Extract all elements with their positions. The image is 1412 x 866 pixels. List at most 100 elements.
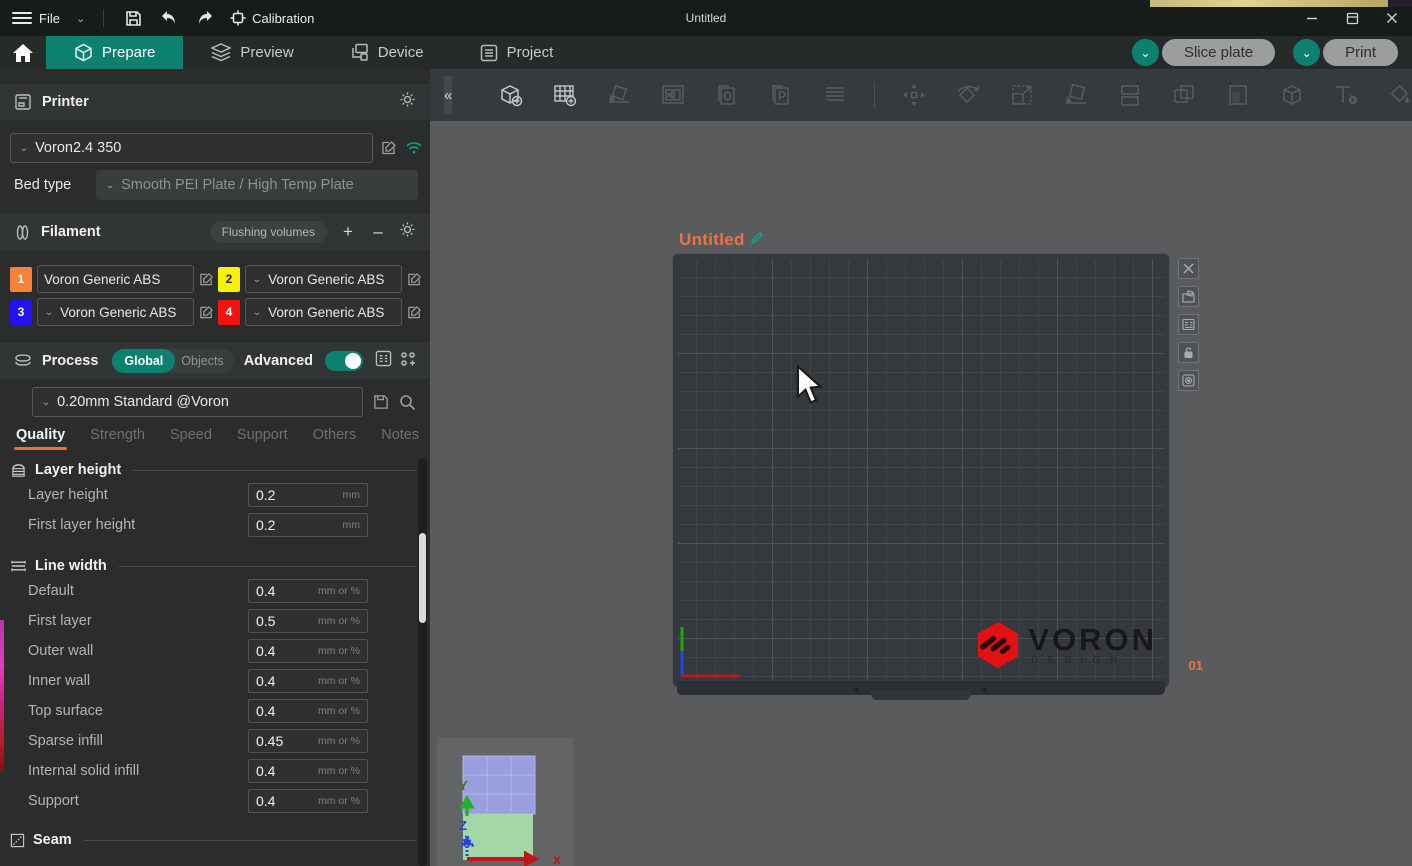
tab-quality[interactable]: Quality [16, 427, 65, 450]
scale-button[interactable] [1007, 80, 1037, 110]
filament-3-select[interactable]: ⌄Voron Generic ABS [37, 298, 194, 326]
filament-1-select[interactable]: Voron Generic ABS [37, 265, 194, 293]
printer-select[interactable]: ⌄ Voron2.4 350 [10, 133, 373, 163]
paste-button[interactable] [766, 80, 796, 110]
split-to-objects-button[interactable] [1115, 80, 1145, 110]
paint-button[interactable] [1385, 80, 1412, 110]
slice-plate-button[interactable]: Slice plate [1162, 39, 1275, 66]
remove-filament-button[interactable]: – [369, 222, 387, 242]
file-menu[interactable]: File [12, 11, 60, 26]
filament-3-color-chip[interactable]: 3 [10, 300, 32, 325]
filament-3-edit-button[interactable] [199, 305, 214, 320]
filament-1-color-chip[interactable]: 1 [10, 267, 32, 292]
add-filament-button[interactable]: + [339, 222, 357, 242]
move-button[interactable] [899, 80, 929, 110]
filament-4-edit-button[interactable] [407, 305, 422, 320]
add-plate-button[interactable] [550, 80, 580, 110]
tab-others[interactable]: Others [313, 427, 357, 450]
rotate-button[interactable] [953, 80, 983, 110]
sparse-infill-line-width-input[interactable]: 0.45mm or % [248, 729, 368, 753]
param-value: 0.5 [256, 613, 275, 629]
scope-objects-button[interactable]: Objects [175, 354, 233, 368]
filament-2-edit-button[interactable] [407, 272, 422, 287]
build-plate[interactable]: Untitled [672, 253, 1170, 688]
param-unit: mm [343, 489, 361, 501]
bed-type-select[interactable]: ⌄ Smooth PEI Plate / High Temp Plate [96, 170, 418, 200]
outer-wall-line-width-input[interactable]: 0.4mm or % [248, 639, 368, 663]
sidebar-scrollbar[interactable] [418, 458, 427, 866]
plate-title[interactable]: Untitled [679, 230, 764, 250]
tab-notes[interactable]: Notes [381, 427, 419, 450]
filament-2-color-chip[interactable]: 2 [218, 267, 240, 292]
text-tool-button[interactable] [1331, 80, 1361, 110]
plate-label-button[interactable] [1178, 370, 1199, 391]
lock-plate-button[interactable] [1178, 342, 1199, 363]
flushing-volumes-button[interactable]: Flushing volumes [210, 221, 327, 243]
collapse-sidebar-button[interactable]: « [444, 76, 452, 114]
save-preset-button[interactable] [373, 394, 389, 410]
save-button[interactable] [122, 7, 144, 29]
file-menu-chevron[interactable]: ⌄ [76, 12, 85, 25]
process-profile-select[interactable]: ⌄ 0.20mm Standard @Voron [32, 387, 363, 417]
add-object-button[interactable] [496, 80, 526, 110]
auto-arrange-plate-button[interactable] [1178, 286, 1199, 307]
copy-button[interactable] [712, 80, 742, 110]
split-to-parts-icon [1171, 82, 1197, 108]
compare-preset-button[interactable] [375, 350, 392, 372]
variable-layer-height-button[interactable] [1223, 80, 1253, 110]
filament-4-select[interactable]: ⌄Voron Generic ABS [245, 298, 402, 326]
tab-device[interactable]: Device [322, 36, 452, 69]
support-line-width-input[interactable]: 0.4mm or % [248, 789, 368, 813]
main-tabbar: Prepare Preview Device Project ⌄ Slice p… [0, 36, 1412, 69]
first-layer-height-input[interactable]: 0.2mm [248, 513, 368, 537]
tab-strength[interactable]: Strength [90, 427, 145, 450]
edit-icon [199, 272, 214, 287]
print-button[interactable]: Print [1323, 39, 1398, 66]
chevron-down-icon: ⌄ [252, 306, 262, 317]
tab-prepare[interactable]: Prepare [46, 36, 183, 69]
mesh-boolean-button[interactable] [1277, 80, 1307, 110]
home-button[interactable] [0, 36, 46, 69]
arrange-button[interactable] [658, 80, 688, 110]
top-surface-line-width-input[interactable]: 0.4mm or % [248, 699, 368, 723]
scope-global-button[interactable]: Global [112, 349, 175, 373]
split-to-parts-button[interactable] [1169, 80, 1199, 110]
tab-support[interactable]: Support [237, 427, 288, 450]
filament-slot-1: 1 Voron Generic ABS [10, 265, 214, 293]
delete-plate-button[interactable] [1178, 258, 1199, 279]
filament-1-edit-button[interactable] [199, 272, 214, 287]
printer-edit-button[interactable] [381, 140, 397, 156]
rename-plate-button[interactable] [750, 231, 764, 250]
viewport-3d[interactable]: « [430, 69, 1412, 866]
place-on-face-button[interactable] [1061, 80, 1091, 110]
printer-settings-button[interactable] [399, 91, 416, 113]
process-section-header: Process Global Objects Advanced [0, 343, 430, 379]
default-line-width-input[interactable]: 0.4mm or % [248, 579, 368, 603]
filament-4-color-chip[interactable]: 4 [218, 300, 240, 325]
slice-plate-dropdown[interactable]: ⌄ [1132, 39, 1159, 66]
tab-preview[interactable]: Preview [183, 36, 321, 69]
advanced-toggle[interactable] [325, 351, 363, 371]
process-options-button[interactable] [400, 351, 416, 372]
auto-orient-button[interactable] [604, 80, 634, 110]
inner-wall-line-width-input[interactable]: 0.4mm or % [248, 669, 368, 693]
plate-settings-button[interactable] [1178, 314, 1199, 335]
search-preset-button[interactable] [399, 394, 416, 411]
filament-2-select[interactable]: ⌄Voron Generic ABS [245, 265, 402, 293]
first-layer-line-width-input[interactable]: 0.5mm or % [248, 609, 368, 633]
undo-button[interactable] [158, 7, 180, 29]
printer-connection-button[interactable] [405, 141, 423, 155]
layer-height-input[interactable]: 0.2mm [248, 483, 368, 507]
filament-settings-button[interactable] [399, 221, 416, 243]
redo-button[interactable] [194, 7, 216, 29]
y-axis-label: Y [459, 778, 468, 793]
scrollbar-thumb[interactable] [419, 533, 426, 623]
calibration-button[interactable]: Calibration [230, 10, 314, 26]
tab-speed[interactable]: Speed [170, 427, 212, 450]
print-dropdown[interactable]: ⌄ [1293, 39, 1320, 66]
orientation-thumbnail-graphic: Y Z x [437, 738, 573, 866]
orientation-thumbnail[interactable]: Y Z x [437, 738, 573, 866]
tab-project[interactable]: Project [452, 36, 582, 69]
internal-solid-infill-line-width-input[interactable]: 0.4mm or % [248, 759, 368, 783]
layers-stack-button[interactable] [820, 80, 850, 110]
